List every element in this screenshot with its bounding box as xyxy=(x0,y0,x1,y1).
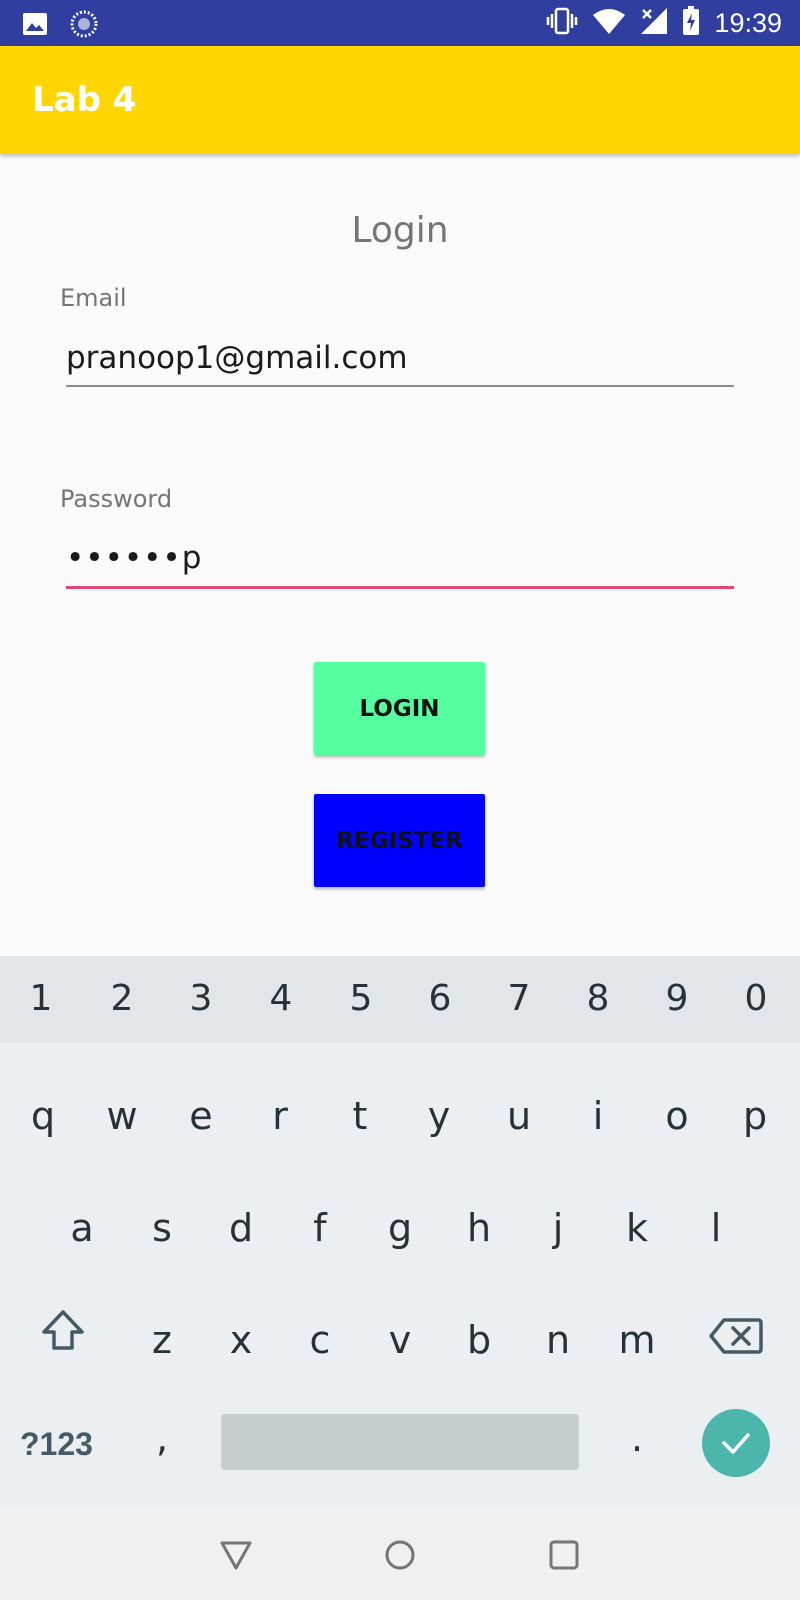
image-icon xyxy=(22,12,48,40)
key-f[interactable]: f xyxy=(290,1206,350,1250)
symbols-key[interactable]: ?123 xyxy=(20,1426,93,1463)
key-i[interactable]: i xyxy=(568,1094,628,1138)
enter-check-icon xyxy=(722,1433,750,1454)
key-d[interactable]: d xyxy=(211,1206,271,1250)
password-label: Password xyxy=(60,485,173,513)
key-g[interactable]: g xyxy=(370,1206,430,1250)
key-h[interactable]: h xyxy=(449,1206,509,1250)
backspace-icon xyxy=(709,1318,763,1354)
email-value[interactable]: pranoop1@gmail.com xyxy=(66,340,408,376)
email-underline xyxy=(66,385,734,387)
key-n[interactable]: n xyxy=(528,1318,588,1362)
app-title: Lab 4 xyxy=(32,80,137,120)
status-time: 19:39 xyxy=(714,7,782,38)
keyboard: 1 2 3 4 5 6 7 8 9 0 q w e r t y u i o p … xyxy=(0,956,800,1509)
status-bar: 19:39 xyxy=(0,0,800,46)
key-u[interactable]: u xyxy=(489,1094,549,1138)
backspace-key[interactable] xyxy=(708,1316,764,1356)
period-key[interactable]: . xyxy=(607,1416,667,1460)
key-r[interactable]: r xyxy=(250,1094,310,1138)
password-value[interactable]: ••••••p xyxy=(66,540,202,576)
key-t[interactable]: t xyxy=(330,1094,390,1138)
email-label: Email xyxy=(60,284,127,312)
key-p[interactable]: p xyxy=(725,1094,785,1138)
key-s[interactable]: s xyxy=(132,1206,192,1250)
battery-charging-icon xyxy=(682,6,700,40)
key-3[interactable]: 3 xyxy=(171,978,231,1019)
password-underline xyxy=(66,586,734,589)
key-b[interactable]: b xyxy=(449,1318,509,1362)
navigation-bar xyxy=(0,1509,800,1600)
key-m[interactable]: m xyxy=(607,1318,667,1362)
spacebar[interactable] xyxy=(221,1414,579,1470)
key-7[interactable]: 7 xyxy=(489,978,549,1019)
key-2[interactable]: 2 xyxy=(92,978,152,1019)
key-a[interactable]: a xyxy=(52,1206,112,1250)
key-z[interactable]: z xyxy=(132,1318,192,1362)
key-q[interactable]: q xyxy=(13,1094,73,1138)
key-j[interactable]: j xyxy=(528,1206,588,1250)
login-heading: Login xyxy=(351,210,449,251)
key-o[interactable]: o xyxy=(647,1094,707,1138)
app-bar: Lab 4 xyxy=(0,46,800,154)
key-y[interactable]: y xyxy=(409,1094,469,1138)
key-0[interactable]: 0 xyxy=(726,978,786,1019)
shift-icon xyxy=(42,1310,84,1350)
back-icon xyxy=(220,1541,252,1570)
key-v[interactable]: v xyxy=(370,1318,430,1362)
login-button[interactable]: LOGIN xyxy=(314,662,485,755)
key-l[interactable]: l xyxy=(686,1206,746,1250)
key-e[interactable]: e xyxy=(171,1094,231,1138)
enter-key[interactable] xyxy=(702,1409,770,1477)
home-button[interactable] xyxy=(380,1535,420,1575)
signal-icon xyxy=(640,7,668,39)
key-k[interactable]: k xyxy=(607,1206,667,1250)
key-8[interactable]: 8 xyxy=(568,978,628,1019)
key-9[interactable]: 9 xyxy=(647,978,707,1019)
key-1[interactable]: 1 xyxy=(11,978,71,1019)
sync-icon xyxy=(70,10,98,42)
number-row: 1 2 3 4 5 6 7 8 9 0 xyxy=(0,956,800,1043)
home-icon xyxy=(385,1540,415,1570)
key-4[interactable]: 4 xyxy=(251,978,311,1019)
vibrate-icon xyxy=(546,7,578,39)
key-x[interactable]: x xyxy=(211,1318,271,1362)
back-button[interactable] xyxy=(216,1535,256,1575)
key-6[interactable]: 6 xyxy=(410,978,470,1019)
key-5[interactable]: 5 xyxy=(331,978,391,1019)
key-c[interactable]: c xyxy=(290,1318,350,1362)
key-w[interactable]: w xyxy=(92,1094,152,1138)
shift-key[interactable] xyxy=(38,1306,88,1356)
recents-icon xyxy=(549,1540,579,1570)
recents-button[interactable] xyxy=(544,1535,584,1575)
comma-key[interactable]: , xyxy=(132,1416,192,1460)
register-button[interactable]: REGISTER xyxy=(314,794,485,887)
wifi-icon xyxy=(592,7,626,39)
